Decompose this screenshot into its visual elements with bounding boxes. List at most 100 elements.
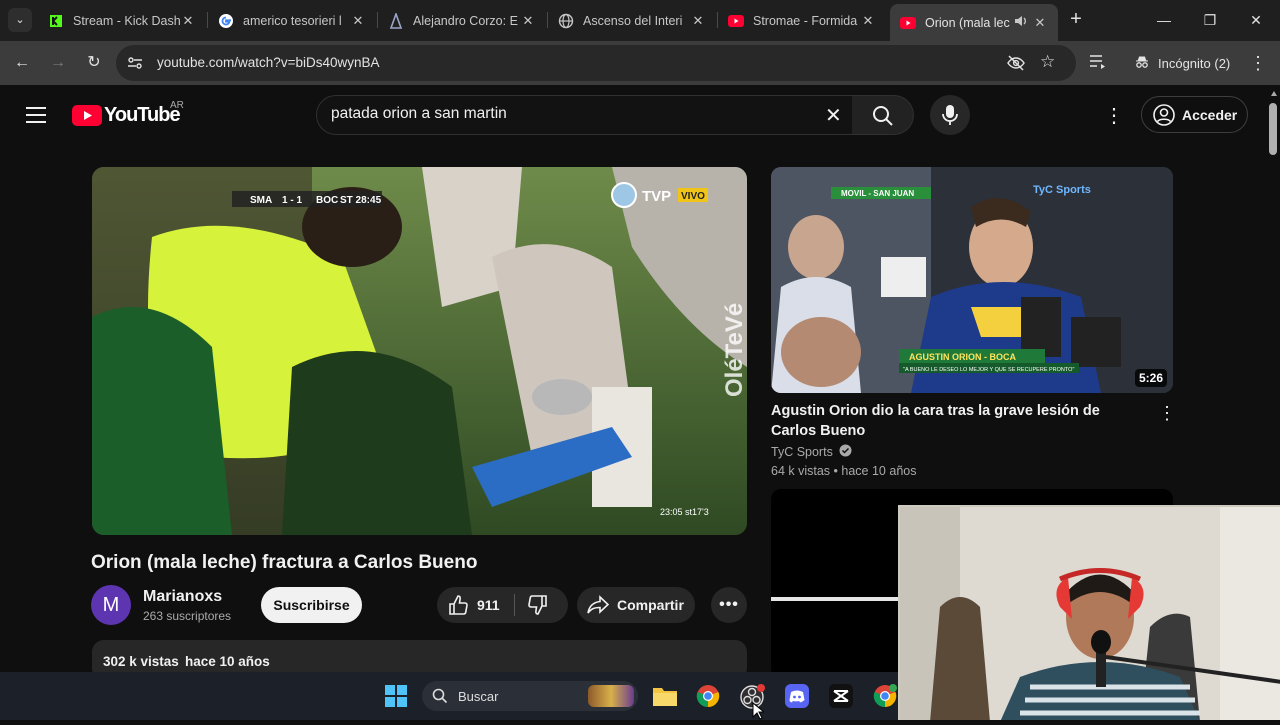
taskbar-search-placeholder: Buscar [458, 689, 499, 704]
browser-tab[interactable]: Ascenso del Interi ✕ [548, 6, 716, 35]
subscribe-button[interactable]: Suscribirse [261, 587, 362, 623]
subscriber-count: 263 suscriptores [143, 609, 232, 623]
tab-title: Orion (mala lec [925, 15, 1010, 30]
more-actions-button[interactable]: ••• [711, 587, 747, 623]
thumb-subcaption: "A BUENO LE DESEO LO MEJOR Y QUE SE RECU… [903, 367, 1074, 373]
youtube-logo-text: YouTube [104, 104, 181, 126]
mouse-cursor-icon [752, 701, 766, 725]
score-time: ST 28:45 [340, 195, 382, 206]
dislike-button[interactable] [515, 594, 549, 616]
related-age: hace 10 años [841, 464, 917, 478]
share-button[interactable]: Compartir [577, 587, 695, 623]
incognito-badge[interactable]: Incógnito (2) [1124, 48, 1240, 78]
share-label: Compartir [617, 597, 684, 613]
search-icon [873, 106, 893, 126]
discord-icon[interactable] [785, 684, 809, 713]
tab-title: Alejandro Corzo: E [413, 13, 518, 28]
close-icon[interactable]: ✕ [520, 13, 536, 29]
youtube-icon [728, 13, 744, 29]
tab-search-button[interactable]: ⌄ [8, 8, 32, 32]
channel-initial: M [102, 594, 120, 616]
tab-title: Stream - Kick Dash [73, 13, 180, 28]
bookmark-star-icon[interactable]: ☆ [1040, 52, 1055, 72]
account-icon [1153, 103, 1175, 126]
browser-tab[interactable]: Stromae - Formida ✕ [718, 6, 886, 35]
network-logo: TVP [642, 188, 671, 205]
hamburger-menu-icon[interactable] [26, 105, 46, 123]
signin-label: Acceder [1182, 106, 1238, 123]
subscribe-label: Suscribirse [273, 597, 350, 613]
close-icon[interactable]: ✕ [690, 13, 706, 29]
incognito-icon [1134, 54, 1150, 73]
video-player[interactable]: SMA 1 - 1 BOC ST 28:45 TVP VIVO OléTeVé … [92, 167, 747, 535]
close-icon[interactable]: ✕ [180, 13, 196, 29]
browser-tab-active[interactable]: Orion (mala lec ✕ [890, 4, 1058, 41]
forward-button[interactable]: → [46, 51, 70, 75]
close-icon[interactable]: ✕ [1032, 15, 1048, 31]
like-button[interactable]: 911 [437, 594, 500, 616]
tab-title: americo tesorieri l [243, 13, 342, 28]
browser-tab[interactable]: americo tesorieri l ✕ [208, 6, 376, 35]
capcut-icon[interactable] [829, 684, 853, 713]
youtube-logo[interactable]: YouTube AR [72, 100, 184, 127]
scrollbar-thumb[interactable] [1269, 103, 1277, 155]
clear-search-icon[interactable]: ✕ [825, 103, 842, 128]
thumb-channel-logo: TyC Sports [1033, 184, 1091, 196]
media-control-icon[interactable] [1088, 53, 1108, 76]
browser-tab-strip: ⌄ Stream - Kick Dash ✕ americo tesorieri… [0, 0, 1280, 41]
browser-tab[interactable]: Alejandro Corzo: E ✕ [378, 6, 546, 35]
broadcast-clock: 23:05 st17'3 [660, 507, 709, 517]
youtube-icon [900, 15, 916, 31]
minimize-button[interactable]: — [1152, 8, 1176, 32]
channel-name[interactable]: Marianoxs [143, 588, 222, 606]
search-box[interactable]: ✕ [316, 95, 866, 135]
address-bar[interactable]: youtube.com/watch?v=biDs40wynBA ☆ [116, 45, 1076, 81]
video-duration: 5:26 [1134, 369, 1167, 387]
country-code: AR [170, 100, 184, 111]
related-video-title[interactable]: Agustin Orion dio la cara tras la grave … [771, 401, 1131, 441]
related-channel[interactable]: TyC Sports [771, 444, 852, 460]
tab-title: Ascenso del Interi [583, 13, 683, 28]
speaker-icon[interactable] [1014, 15, 1032, 30]
thumbs-up-icon [449, 595, 468, 615]
close-icon[interactable]: ✕ [860, 13, 876, 29]
search-button[interactable] [852, 95, 914, 135]
related-meta: 64 k vistas • hace 10 años [771, 464, 917, 478]
windows-start-icon[interactable] [384, 684, 408, 713]
webcam-overlay [898, 505, 1280, 720]
restore-button[interactable]: ❐ [1198, 8, 1222, 32]
file-explorer-icon[interactable] [652, 685, 678, 712]
new-tab-button[interactable]: + [1064, 8, 1088, 32]
signin-button[interactable]: Acceder [1141, 96, 1248, 133]
verified-icon [839, 444, 852, 460]
site-info-icon[interactable] [126, 54, 144, 77]
site-icon [388, 12, 404, 29]
thumbs-down-icon [527, 595, 547, 615]
close-icon[interactable]: ✕ [350, 13, 366, 29]
settings-menu-icon[interactable]: ⋮ [1104, 103, 1124, 128]
tab-title: Stromae - Formida [753, 13, 858, 28]
voice-search-button[interactable] [930, 95, 970, 135]
webcam-image [900, 507, 1280, 720]
related-video-thumbnail[interactable]: MOVIL - SAN JUAN TyC Sports AGUSTIN ORIO… [771, 167, 1173, 393]
youtube-logo-icon [72, 105, 102, 126]
score-value: 1 - 1 [282, 195, 302, 206]
back-button[interactable]: ← [10, 51, 34, 75]
window-close-button[interactable]: ✕ [1244, 8, 1268, 32]
related-more-icon[interactable]: ⋮ [1158, 403, 1176, 424]
search-input[interactable] [331, 105, 811, 123]
description-box[interactable]: 302 k vistas hace 10 años [92, 640, 747, 672]
taskbar-search[interactable]: Buscar [422, 681, 638, 711]
globe-icon [558, 13, 574, 29]
share-icon [587, 595, 609, 614]
video-frame: SMA 1 - 1 BOC ST 28:45 TVP VIVO OléTeVé … [92, 167, 747, 535]
related-views: 64 k vistas [771, 464, 831, 478]
reload-button[interactable]: ↻ [82, 51, 106, 75]
channel-avatar[interactable]: M [91, 585, 131, 625]
chrome-icon[interactable] [696, 684, 720, 713]
chrome-profile-icon[interactable] [873, 684, 897, 713]
kick-icon [48, 13, 64, 29]
eye-off-icon[interactable] [1006, 54, 1026, 77]
browser-tab[interactable]: Stream - Kick Dash ✕ [38, 6, 206, 35]
more-menu-icon[interactable]: ⋮ [1246, 51, 1270, 75]
